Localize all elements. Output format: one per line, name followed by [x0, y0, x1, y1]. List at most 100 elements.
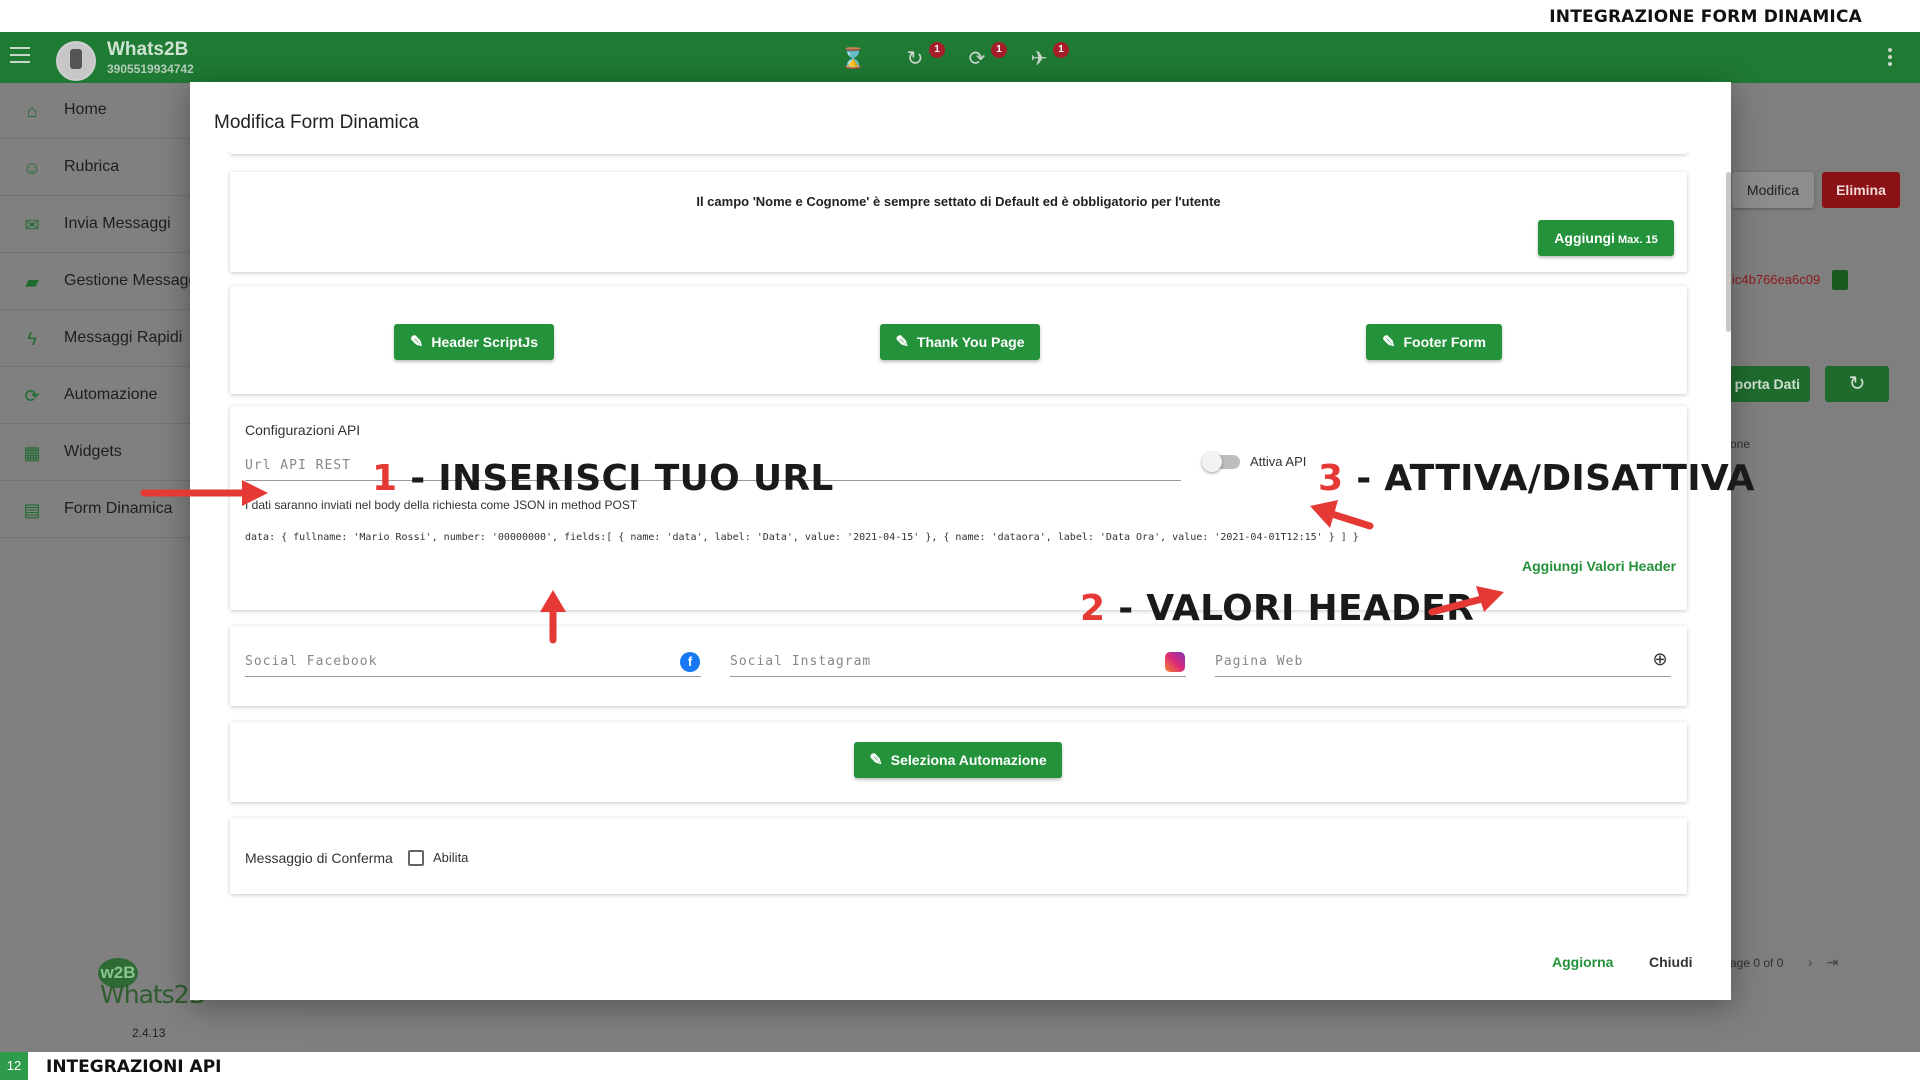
- elimina-button[interactable]: Elimina: [1822, 172, 1900, 208]
- widgets-icon: ▦: [23, 443, 41, 463]
- facebook-input[interactable]: Social Facebook: [245, 654, 377, 669]
- more-vert-icon[interactable]: [1888, 48, 1892, 69]
- add-field-label: Aggiungi: [1554, 230, 1615, 246]
- thank-you-page-label: Thank You Page: [916, 334, 1025, 350]
- annotation-1: 1 - INSERISCI TUO URL: [372, 458, 834, 499]
- export-data-button[interactable]: porta Dati: [1722, 366, 1810, 402]
- scripts-card: ✎ Header ScriptJs ✎ Thank You Page ✎ Footer…: [230, 286, 1687, 394]
- api-toggle-knob: [1202, 452, 1222, 472]
- update-button[interactable]: Aggiorna: [1552, 954, 1613, 970]
- facebook-icon: f: [680, 652, 700, 672]
- arrow-to-toggle-icon: [1310, 500, 1374, 530]
- mail-icon: ✉: [24, 215, 40, 235]
- add-field-button[interactable]: Aggiungi Max. 15: [1538, 220, 1674, 256]
- add-header-values-link[interactable]: Aggiungi Valori Header: [1522, 558, 1676, 574]
- enable-checkbox[interactable]: [408, 850, 424, 866]
- page-footer-title: INTEGRAZIONI API: [46, 1057, 222, 1077]
- pager-text: age 0 of 0: [1730, 956, 1784, 970]
- close-button[interactable]: Chiudi: [1649, 954, 1693, 970]
- facebook-underline: [245, 676, 701, 677]
- annotation-3: 3 - ATTIVA/DISATTIVA: [1318, 458, 1755, 499]
- avatar[interactable]: [56, 41, 96, 81]
- phone-number: 3905519934742: [107, 62, 194, 76]
- social-card: Social Facebook f Social Instagram Pagin…: [230, 626, 1687, 706]
- background-panel: [1700, 83, 1920, 1052]
- copy-icon[interactable]: [1832, 270, 1848, 290]
- api-json-example: data: { fullname: 'Mario Rossi', number:…: [245, 532, 1359, 543]
- annotation-2-number: 2: [1080, 588, 1106, 629]
- sync-icon[interactable]: ⟳: [964, 46, 990, 72]
- annotation-3-text: - ATTIVA/DISATTIVA: [1343, 458, 1755, 499]
- add-field-max: Max. 15: [1617, 234, 1658, 246]
- pencil-icon: ✎: [409, 334, 424, 351]
- footer-form-button[interactable]: ✎ Footer Form: [1366, 324, 1502, 360]
- history-badge: 1: [929, 42, 945, 58]
- automation-card: ✎ Seleziona Automazione: [230, 722, 1687, 802]
- sidebar-item-label: Automazione: [64, 386, 158, 403]
- globe-icon: ⊕: [1652, 649, 1668, 669]
- sidebar-item-label: Home: [64, 101, 107, 118]
- scrollbar-thumb[interactable]: [1726, 172, 1731, 332]
- api-url-input[interactable]: Url API REST: [245, 458, 351, 473]
- instagram-icon: [1165, 652, 1185, 672]
- sidebar-item-label: Messaggi Rapidi: [64, 329, 183, 346]
- history-icon[interactable]: ↻: [902, 46, 928, 72]
- modal-scrollbar[interactable]: [1726, 172, 1731, 892]
- arrow-to-header-link-icon: [1428, 586, 1504, 616]
- annotation-2: 2 - VALORI HEADER: [1080, 588, 1474, 629]
- pager-nav[interactable]: ›⇥: [1808, 954, 1852, 971]
- header-script-label: Header ScriptJs: [431, 334, 538, 350]
- annotation-1-text: - INSERISCI TUO URL: [397, 458, 834, 499]
- sidebar-logo: w2B Whats2B: [98, 958, 206, 1012]
- confirm-message-card: Messaggio di Conferma Abilita: [230, 818, 1687, 894]
- confirm-message-label: Messaggio di Conferma: [245, 850, 393, 866]
- app-name: Whats2B: [107, 39, 189, 60]
- instagram-input[interactable]: Social Instagram: [730, 654, 871, 669]
- api-toggle-label: Attiva API: [1250, 454, 1307, 469]
- modifica-button[interactable]: Modifica: [1732, 172, 1814, 208]
- token-text: ic4b766ea6c09: [1732, 272, 1821, 287]
- home-icon: ⌂: [26, 101, 38, 121]
- sidebar-item-label: Gestione Messaggi: [64, 272, 201, 289]
- table-header-fragment: one: [1730, 437, 1751, 451]
- hourglass-icon[interactable]: ⌛: [840, 46, 866, 72]
- pencil-icon: ✎: [869, 752, 883, 769]
- select-automation-label: Seleziona Automazione: [890, 752, 1047, 768]
- contacts-icon: ☺: [22, 158, 42, 178]
- api-section-label: Configurazioni API: [245, 422, 361, 438]
- website-underline: [1215, 676, 1671, 677]
- page-header: INTEGRAZIONE FORM DINAMICA: [0, 0, 1920, 32]
- annotation-1-number: 1: [372, 458, 398, 499]
- refresh-button[interactable]: ↻: [1825, 366, 1889, 402]
- arrow-to-url-icon: [140, 480, 268, 506]
- scheduled-send-icon[interactable]: ✈: [1026, 46, 1052, 72]
- page-header-title: INTEGRAZIONE FORM DINAMICA: [1549, 7, 1862, 27]
- instagram-underline: [730, 676, 1186, 677]
- sidebar-item-label: Rubrica: [64, 158, 120, 175]
- edit-form-modal: Modifica Form Dinamica Il campo 'Nome e …: [190, 82, 1731, 1000]
- enable-checkbox-label: Abilita: [433, 850, 469, 865]
- scheduled-send-badge: 1: [1053, 42, 1069, 58]
- api-post-note: I dati saranno inviati nel body della ri…: [245, 498, 638, 512]
- pencil-icon: ✎: [895, 334, 909, 351]
- top-bar: Whats2B 3905519934742 ⌛ ↻ 1 ⟳ 1 ✈ 1: [0, 32, 1920, 83]
- header-script-button[interactable]: ✎ Header ScriptJs: [394, 324, 554, 360]
- modal-body[interactable]: Il campo 'Nome e Cognome' è sempre setta…: [225, 152, 1695, 934]
- thank-you-page-button[interactable]: ✎ Thank You Page: [880, 324, 1040, 360]
- menu-icon[interactable]: [10, 47, 32, 67]
- autorenew-icon: ⟳: [24, 386, 40, 406]
- api-toggle[interactable]: [1202, 452, 1240, 472]
- modal-title: Modifica Form Dinamica: [214, 112, 419, 133]
- form-icon: ▤: [23, 500, 41, 520]
- website-input[interactable]: Pagina Web: [1215, 654, 1303, 669]
- previous-card: [230, 152, 1687, 154]
- fields-card: Il campo 'Nome e Cognome' è sempre setta…: [230, 172, 1687, 272]
- api-config-card: Configurazioni API Url API REST Attiva A…: [230, 406, 1687, 610]
- pencil-icon: ✎: [1382, 334, 1396, 351]
- select-automation-button[interactable]: ✎ Seleziona Automazione: [854, 742, 1062, 778]
- page-footer: 12 INTEGRAZIONI API: [0, 1052, 1920, 1080]
- sync-badge: 1: [991, 42, 1007, 58]
- footer-form-label: Footer Form: [1403, 334, 1486, 350]
- annotation-3-number: 3: [1318, 458, 1344, 499]
- page-number: 12: [0, 1052, 28, 1080]
